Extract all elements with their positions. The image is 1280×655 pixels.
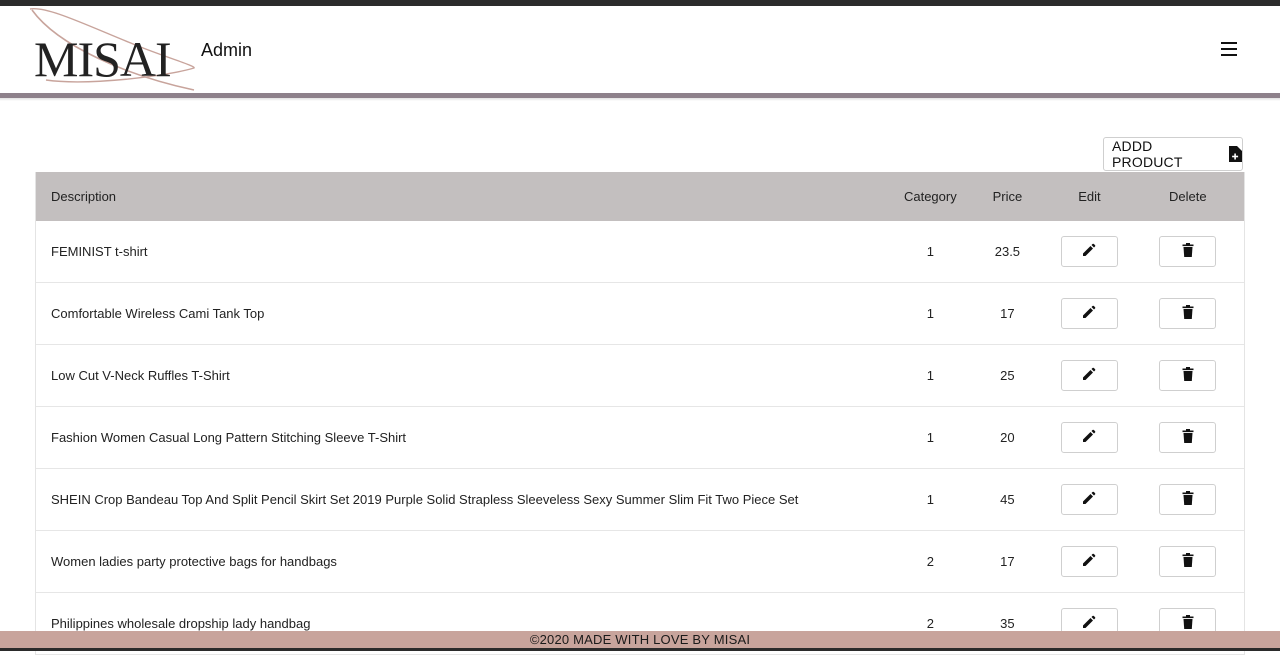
row-price: 25	[1000, 368, 1015, 383]
edit-button[interactable]	[1060, 360, 1118, 391]
trash-icon	[1182, 491, 1194, 508]
menu-icon	[1221, 42, 1237, 56]
table-body: FEMINIST t-shirt 1 23.5 Comfortable Wireles…	[36, 221, 1244, 655]
menu-button[interactable]	[1216, 38, 1242, 60]
pencil-icon	[1082, 491, 1096, 508]
delete-button[interactable]	[1159, 360, 1217, 391]
row-category: 1	[926, 244, 934, 259]
row-price: 20	[1000, 430, 1015, 445]
table-row: Women ladies party protective bags for h…	[36, 531, 1244, 593]
row-category: 1	[926, 306, 934, 321]
table-row: Comfortable Wireless Cami Tank Top 1 17	[36, 283, 1244, 345]
delete-button[interactable]	[1159, 236, 1217, 267]
footer-text: ©2020 MADE WITH LOVE BY MISAI	[529, 632, 751, 647]
header-category: Category	[903, 189, 957, 204]
delete-button[interactable]	[1159, 422, 1217, 453]
add-product-label: ADDD PRODUCT	[1112, 138, 1183, 170]
header-edit: Edit	[1078, 189, 1101, 204]
file-plus-icon	[1228, 146, 1242, 162]
pencil-icon	[1082, 243, 1096, 260]
row-price: 35	[1000, 616, 1015, 631]
pencil-icon	[1082, 305, 1096, 322]
table-row: FEMINIST t-shirt 1 23.5	[36, 221, 1244, 283]
row-description: FEMINIST t-shirt	[51, 244, 148, 259]
row-description: Fashion Women Casual Long Pattern Stitch…	[51, 430, 407, 445]
edit-button[interactable]	[1060, 298, 1118, 329]
row-description: Comfortable Wireless Cami Tank Top	[51, 306, 265, 321]
edit-button[interactable]	[1060, 422, 1118, 453]
row-description: SHEIN Crop Bandeau Top And Split Pencil …	[51, 492, 799, 507]
trash-icon	[1182, 429, 1194, 446]
row-price: 17	[1000, 554, 1015, 569]
page-title: Admin	[201, 40, 253, 60]
header-price: Price	[992, 189, 1023, 204]
trash-icon	[1182, 553, 1194, 570]
row-category: 1	[926, 430, 934, 445]
trash-icon	[1182, 615, 1194, 632]
pencil-icon	[1082, 367, 1096, 384]
pencil-icon	[1082, 615, 1096, 632]
header-band	[0, 93, 1280, 101]
edit-button[interactable]	[1060, 546, 1118, 577]
logo-wordmark: MISAI	[34, 31, 172, 87]
row-category: 2	[926, 554, 934, 569]
row-category: 1	[926, 368, 934, 383]
delete-button[interactable]	[1159, 546, 1217, 577]
products-table: Description Category Price Edit Delete F…	[35, 172, 1245, 655]
row-description: Low Cut V-Neck Ruffles T-Shirt	[51, 368, 230, 383]
row-category: 1	[926, 492, 934, 507]
header-delete: Delete	[1169, 189, 1207, 204]
table-row: Low Cut V-Neck Ruffles T-Shirt 1 25	[36, 345, 1244, 407]
header-description: Description	[51, 189, 117, 204]
delete-button[interactable]	[1159, 298, 1217, 329]
row-price: 23.5	[994, 244, 1021, 259]
table-row: SHEIN Crop Bandeau Top And Split Pencil …	[36, 469, 1244, 531]
trash-icon	[1182, 367, 1194, 384]
trash-icon	[1182, 243, 1194, 260]
add-product-button[interactable]: ADDD PRODUCT	[1103, 137, 1243, 171]
row-price: 45	[1000, 492, 1015, 507]
pencil-icon	[1082, 553, 1096, 570]
delete-button[interactable]	[1159, 484, 1217, 515]
trash-icon	[1182, 305, 1194, 322]
row-category: 2	[926, 616, 934, 631]
footer: ©2020 MADE WITH LOVE BY MISAI	[0, 631, 1280, 648]
edit-button[interactable]	[1060, 236, 1118, 267]
table-header: Description Category Price Edit Delete	[36, 172, 1244, 221]
row-description: Philippines wholesale dropship lady hand…	[51, 616, 311, 631]
pencil-icon	[1082, 429, 1096, 446]
row-price: 17	[1000, 306, 1015, 321]
row-description: Women ladies party protective bags for h…	[51, 554, 337, 569]
edit-button[interactable]	[1060, 484, 1118, 515]
table-row: Fashion Women Casual Long Pattern Stitch…	[36, 407, 1244, 469]
